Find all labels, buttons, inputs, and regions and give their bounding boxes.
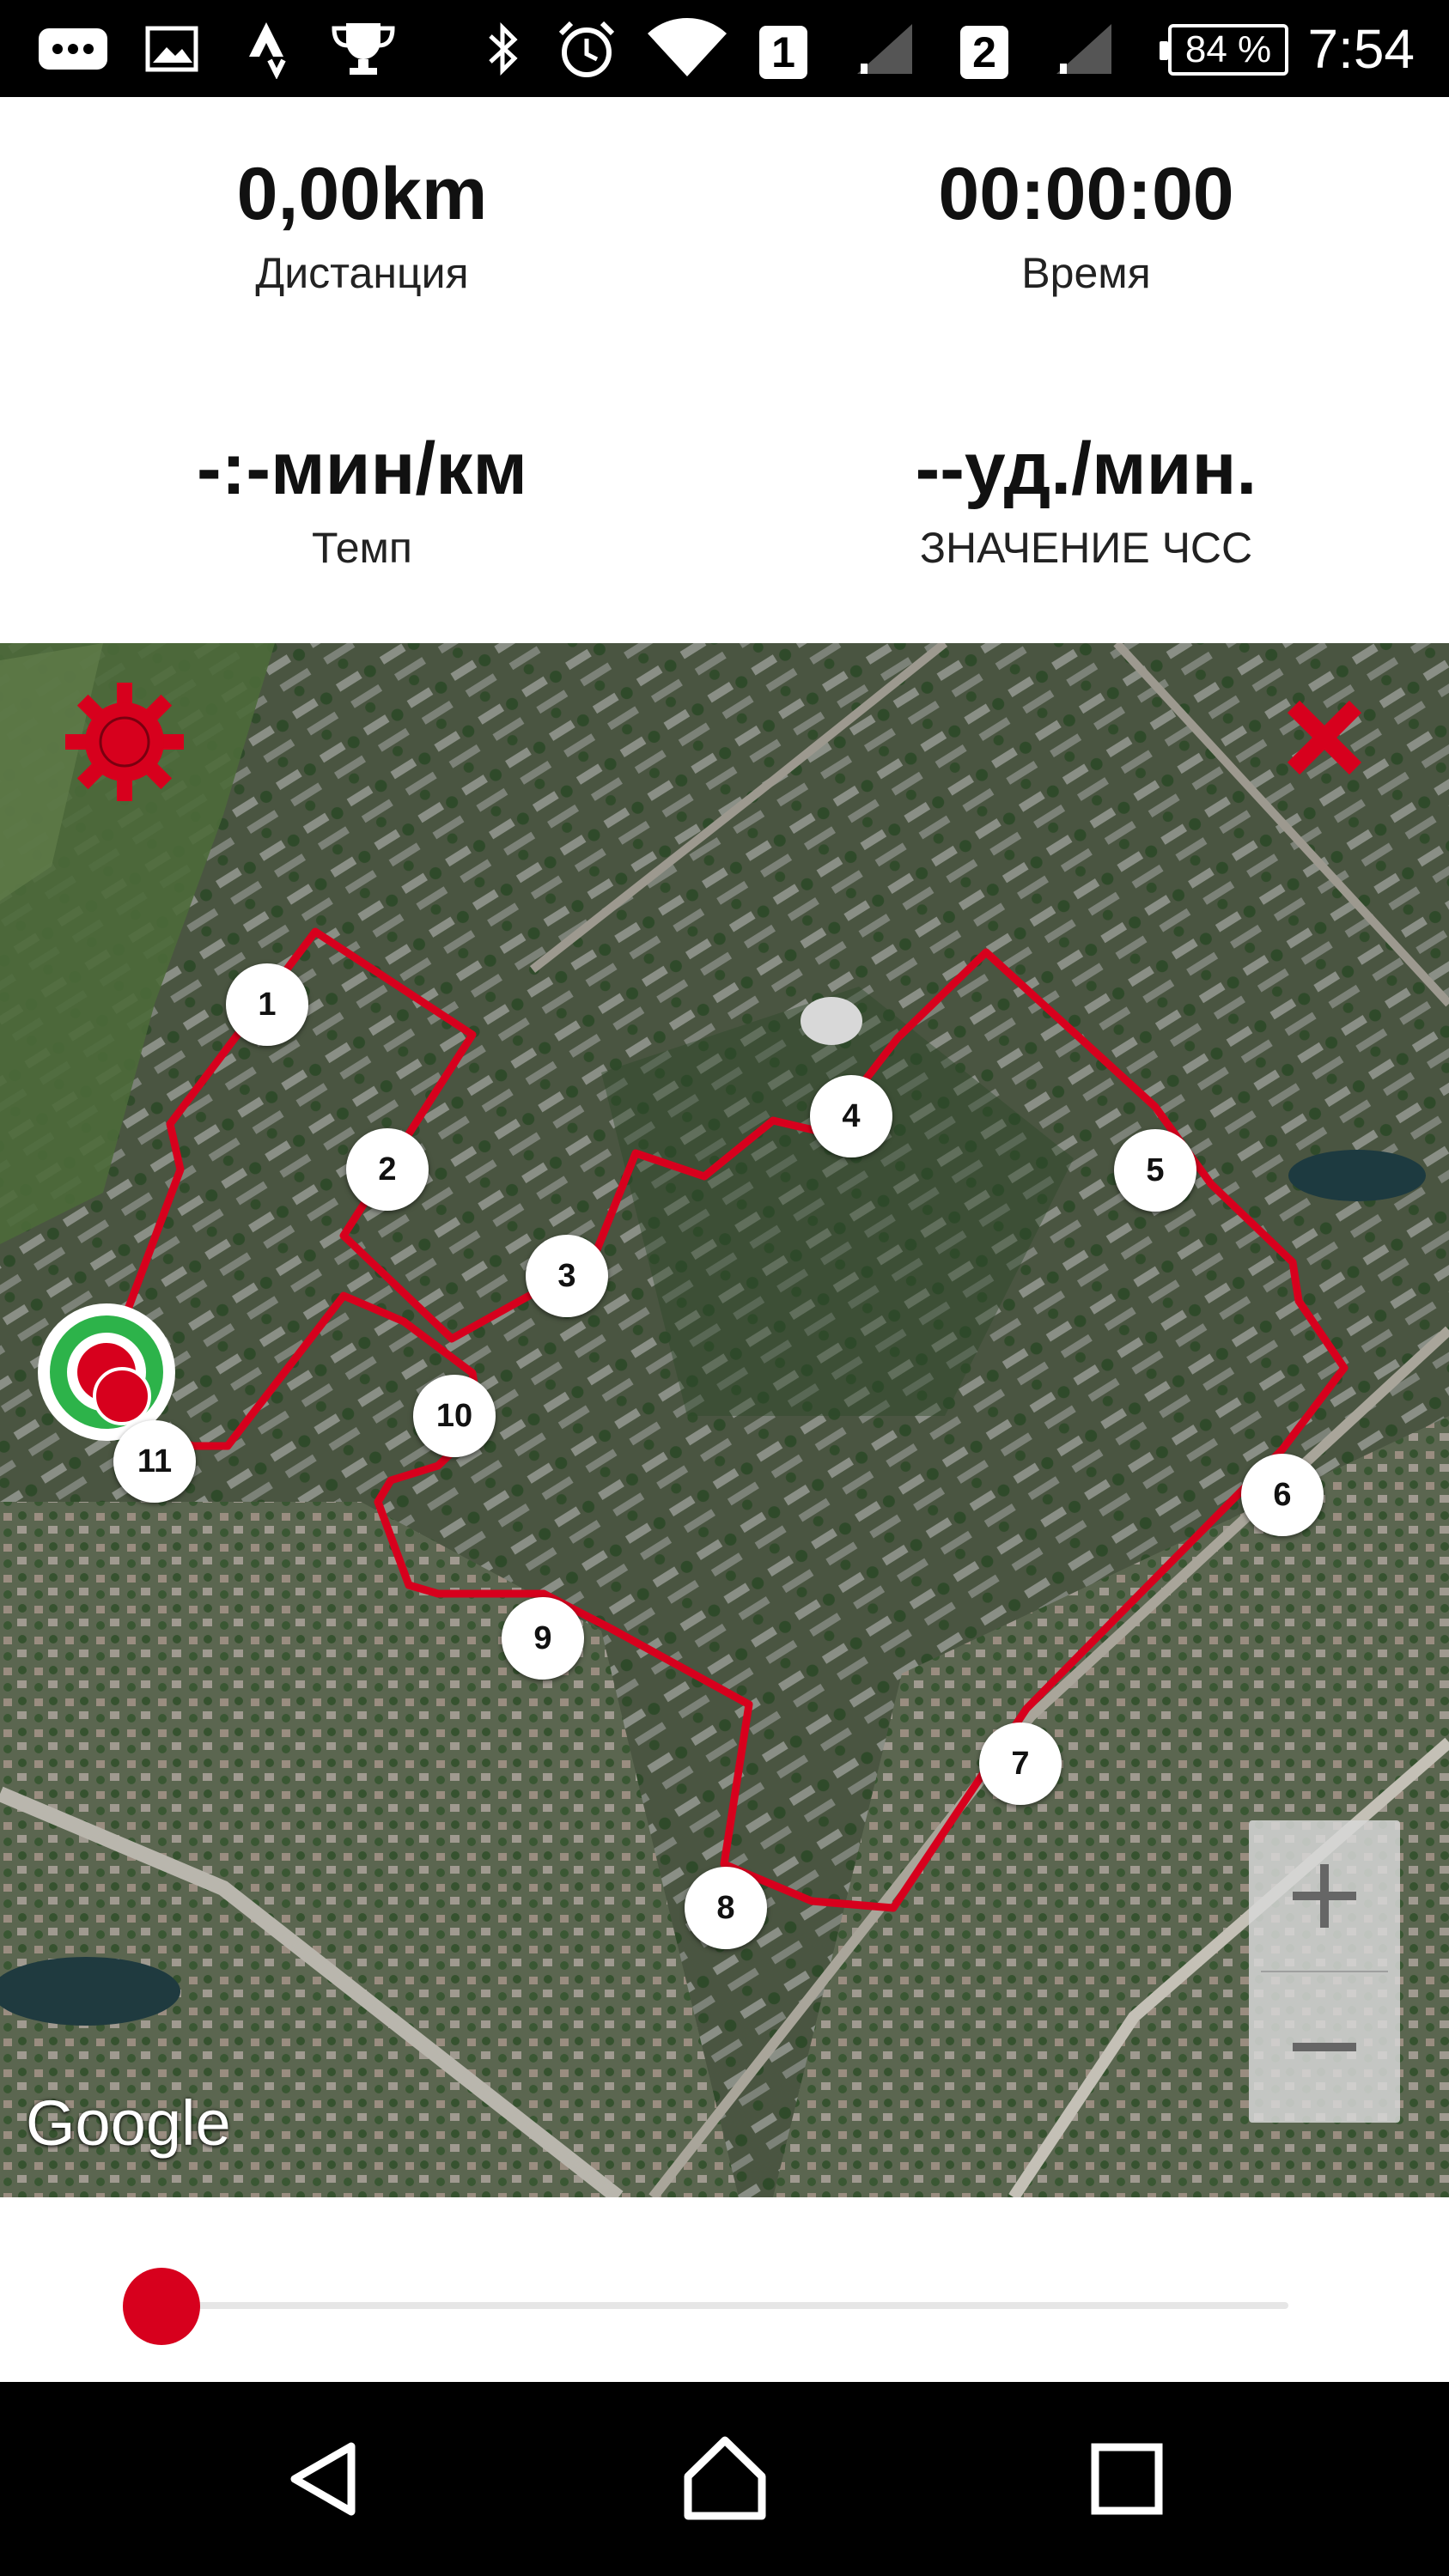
time-label: Время [1021,249,1151,297]
navigation-bar [0,2382,1449,2576]
map-view[interactable]: 1 2 3 4 5 6 7 8 9 10 11 Google [0,643,1449,2197]
close-icon[interactable] [1282,695,1367,781]
distance-stat: 0,00km Дистанция [0,157,724,295]
signal-icon [1050,0,1118,97]
km-marker[interactable]: 8 [685,1867,767,1949]
satellite-imagery [0,643,1449,2197]
sim2-badge: 2 [960,26,1008,79]
more-notifications-icon [34,0,112,97]
back-button[interactable] [238,2382,410,2576]
playback-slider-track[interactable] [161,2302,1288,2309]
settings-gear-icon[interactable] [60,677,189,806]
km-marker[interactable]: 5 [1114,1129,1196,1212]
status-bar: 1 2 84 % 7:54 [0,0,1449,97]
distance-label: Дистанция [255,249,469,297]
zoom-out-button[interactable] [1249,1971,1400,2123]
strava-icon [232,0,301,97]
km-marker[interactable]: 9 [502,1597,584,1680]
time-value: 00:00:00 [938,153,1234,235]
google-attribution: Google [26,2087,231,2159]
km-marker[interactable]: 6 [1241,1454,1324,1536]
wifi-icon [644,0,730,97]
heart-rate-label: ЗНАЧЕНИЕ ЧСС [919,524,1253,572]
clock: 7:54 [1307,17,1415,80]
km-marker[interactable]: 7 [979,1722,1062,1805]
heart-rate-value: --уд./мин. [915,428,1257,510]
bluetooth-icon [472,0,533,97]
km-marker[interactable]: 2 [346,1128,429,1211]
recents-button[interactable] [1041,2382,1213,2576]
home-icon [684,2436,766,2520]
battery-icon: 84 % [1160,24,1288,76]
pace-label: Темп [312,524,412,572]
km-marker[interactable]: 3 [526,1235,608,1317]
plus-icon [1293,1864,1356,1928]
home-button[interactable] [639,2382,811,2576]
minus-icon [1293,2043,1356,2051]
zoom-controls [1249,1820,1400,2123]
km-marker[interactable]: 1 [226,963,308,1046]
alarm-icon [548,0,625,97]
pace-value: -:-мин/км [197,428,527,510]
distance-value: 0,00km [236,153,488,235]
km-marker[interactable]: 10 [413,1375,496,1457]
time-stat: 00:00:00 Время [724,157,1448,295]
heart-rate-stat: --уд./мин. ЗНАЧЕНИЕ ЧСС [724,432,1448,569]
pace-stat: -:-мин/км Темп [0,432,724,569]
back-triangle-icon [290,2442,356,2516]
km-marker[interactable]: 11 [113,1420,196,1503]
km-marker[interactable]: 4 [810,1075,892,1157]
playback-slider-thumb[interactable] [123,2268,200,2345]
signal-icon [850,0,919,97]
battery-level: 84 % [1184,28,1272,70]
zoom-in-button[interactable] [1249,1820,1400,1971]
trophy-icon [325,0,402,97]
sim1-badge: 1 [759,26,807,79]
gallery-icon [137,0,206,97]
recents-square-icon [1091,2443,1163,2515]
